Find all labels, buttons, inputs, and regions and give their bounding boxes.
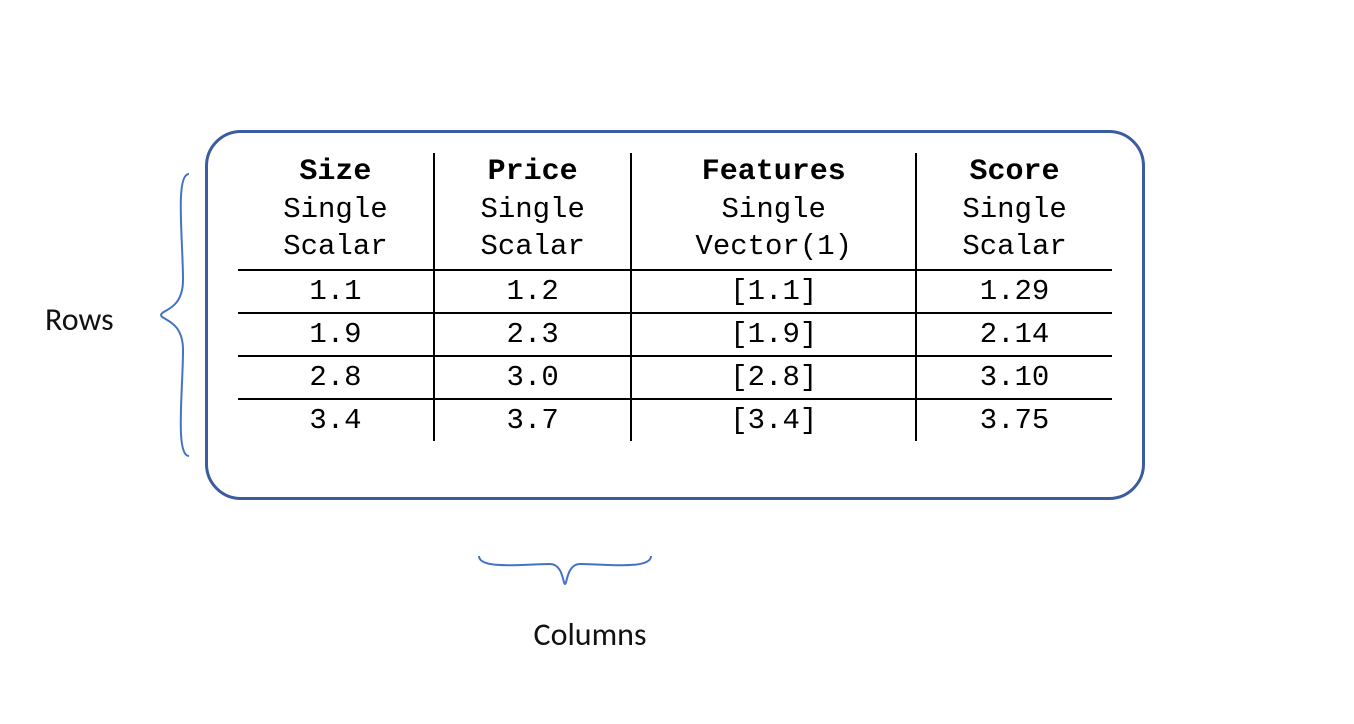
cell-score: 1.29 — [916, 270, 1112, 313]
col-type-size: Scalar — [238, 228, 434, 270]
rows-brace-icon — [155, 170, 195, 460]
col-name-score: Score — [916, 153, 1112, 191]
table-row: 2.8 3.0 [2.8] 3.10 — [238, 356, 1112, 399]
col-type-price: Scalar — [434, 228, 632, 270]
col-name-size: Size — [238, 153, 434, 191]
rows-label: Rows — [45, 300, 114, 339]
cell-size: 3.4 — [238, 399, 434, 441]
col-card-size: Single — [238, 191, 434, 228]
cell-features: [1.9] — [631, 313, 916, 356]
columns-brace-icon — [475, 550, 655, 590]
table-header-names: Size Price Features Score — [238, 153, 1112, 191]
col-name-price: Price — [434, 153, 632, 191]
col-card-price: Single — [434, 191, 632, 228]
cell-price: 1.2 — [434, 270, 632, 313]
cell-score: 2.14 — [916, 313, 1112, 356]
table-frame: Size Price Features Score Single Single … — [205, 130, 1145, 500]
columns-label: Columns — [500, 615, 680, 654]
col-type-features: Vector(1) — [631, 228, 916, 270]
table-header-type: Scalar Scalar Vector(1) Scalar — [238, 228, 1112, 270]
col-name-features: Features — [631, 153, 916, 191]
table-row: 3.4 3.7 [3.4] 3.75 — [238, 399, 1112, 441]
table-row: 1.1 1.2 [1.1] 1.29 — [238, 270, 1112, 313]
data-table: Size Price Features Score Single Single … — [238, 153, 1112, 441]
cell-score: 3.75 — [916, 399, 1112, 441]
cell-price: 2.3 — [434, 313, 632, 356]
col-card-features: Single — [631, 191, 916, 228]
cell-score: 3.10 — [916, 356, 1112, 399]
cell-features: [2.8] — [631, 356, 916, 399]
cell-features: [3.4] — [631, 399, 916, 441]
cell-features: [1.1] — [631, 270, 916, 313]
col-card-score: Single — [916, 191, 1112, 228]
cell-price: 3.0 — [434, 356, 632, 399]
cell-size: 2.8 — [238, 356, 434, 399]
table-row: 1.9 2.3 [1.9] 2.14 — [238, 313, 1112, 356]
cell-size: 1.1 — [238, 270, 434, 313]
table-header-cardinality: Single Single Single Single — [238, 191, 1112, 228]
col-type-score: Scalar — [916, 228, 1112, 270]
cell-price: 3.7 — [434, 399, 632, 441]
cell-size: 1.9 — [238, 313, 434, 356]
